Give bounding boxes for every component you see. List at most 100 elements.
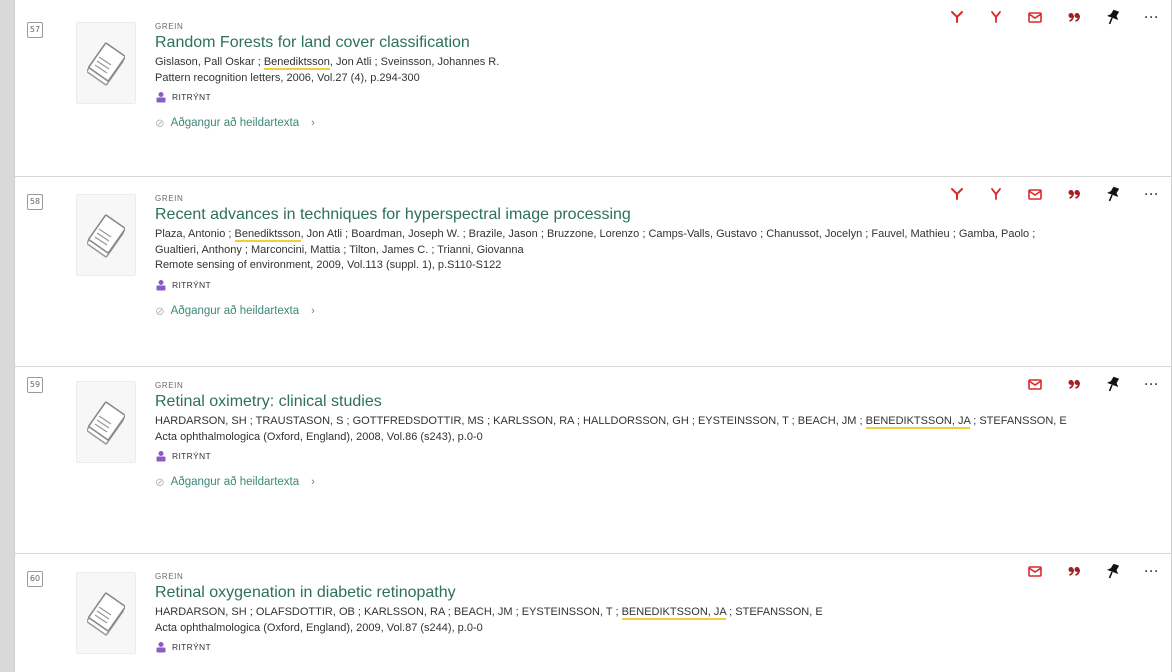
record-authors: HARDARSON, SH ; TRAUSTASON, S ; GOTTFRED… [155,414,1081,430]
author-text: , Jon Atli ; Sveinsson, Johannes R. [329,56,500,68]
access-label: Aðgangur að heildartexta [170,476,300,488]
record-content: GREIN Retinal oximetry: clinical studies… [155,381,1081,489]
quote-icon [1068,190,1080,199]
email-icon [1028,188,1042,200]
left-scroll-gutter [0,0,14,672]
chevron-right-icon: › [311,304,315,317]
record-number: 60 [27,571,43,587]
author-text: HARDARSON, SH ; TRAUSTASON, S ; GOTTFRED… [155,415,866,427]
record-title-link[interactable]: Retinal oxygenation in diabetic retinopa… [155,584,1081,602]
cite-button[interactable] [1061,376,1087,392]
record-number: 58 [27,194,43,210]
email-icon [1028,565,1042,577]
highlighted-author: Benediktsson [234,228,301,242]
email-icon [1028,11,1042,23]
document-thumbnail[interactable] [76,194,136,276]
citation-trail-button[interactable] [944,9,970,25]
record-source: Acta ophthalmologica (Oxford, England), … [155,621,483,634]
pin-button[interactable] [1100,376,1126,392]
peer-reviewed-badge: RITRÝNT [155,641,1081,653]
author-text: Gislason, Pall Oskar ; [155,56,264,68]
peer-reviewed-label: RITRÝNT [172,451,211,461]
author-text: ; STEFANSSON, E [726,606,823,618]
more-options-button[interactable]: ··· [1139,563,1165,579]
peer-reviewed-label: RITRÝNT [172,279,211,290]
link-icon: ⊘ [155,305,165,318]
pin-icon [1107,376,1120,392]
record-actions: ··· [931,9,1165,25]
full-text-access-link[interactable]: ⊘ Aðgangur að heildartexta › [155,304,1081,318]
record-source: Pattern recognition letters, 2006, Vol.2… [155,71,420,84]
peer-reviewed-label: RITRÝNT [172,92,211,102]
record-title-link[interactable]: Retinal oximetry: clinical studies [155,393,1081,411]
resource-type: GREIN [155,572,184,581]
pin-button[interactable] [1100,9,1126,25]
record-authors: Gislason, Pall Oskar ; Benediktsson, Jon… [155,55,1081,71]
link-icon: ⊘ [155,118,165,130]
cite-button[interactable] [1061,563,1087,579]
citing-button[interactable] [983,9,1009,25]
email-icon [1028,378,1042,390]
pin-icon [1107,186,1120,202]
citing-icon [991,11,1001,23]
more-options-button[interactable]: ··· [1139,9,1165,25]
peer-reviewed-icon [156,451,166,462]
record-actions: ··· [1009,563,1165,579]
record-source: Remote sensing of environment, 2009, Vol… [155,259,502,271]
more-options-button[interactable]: ··· [1139,186,1165,202]
pin-icon [1107,9,1120,25]
record-actions: ··· [931,186,1165,202]
more-options-button[interactable]: ··· [1139,376,1165,392]
record-content: GREIN Random Forests for land cover clas… [155,22,1081,130]
peer-reviewed-badge: RITRÝNT [155,279,1081,291]
peer-reviewed-badge: RITRÝNT [155,91,1081,103]
result-record: 57 GREIN Random Forests for land cover c… [15,0,1171,177]
access-label: Aðgangur að heildartexta [170,304,300,317]
email-button[interactable] [1022,186,1048,202]
citing-button[interactable] [983,186,1009,202]
cited-by-icon [951,188,963,200]
record-source: Acta ophthalmologica (Oxford, England), … [155,430,483,443]
highlighted-author: BENEDIKTSSON, JA [621,606,727,620]
highlighted-author: Benediktsson [263,56,330,70]
record-content: GREIN Recent advances in techniques for … [155,194,1081,318]
results-list: 57 GREIN Random Forests for land cover c… [14,0,1172,672]
record-authors: Plaza, Antonio ; Benediktsson, Jon Atli … [155,227,1081,258]
resource-type: GREIN [155,381,184,390]
document-thumbnail[interactable] [76,572,136,654]
cite-button[interactable] [1061,186,1087,202]
result-record: 59 GREIN Retinal oximetry: clinical stud… [15,367,1171,554]
cite-button[interactable] [1061,9,1087,25]
author-text: Plaza, Antonio ; [155,228,235,240]
peer-reviewed-icon [156,92,166,103]
email-button[interactable] [1022,9,1048,25]
result-record: 60 GREIN Retinal oxygenation in diabetic… [15,554,1171,672]
peer-reviewed-icon [156,279,166,290]
peer-reviewed-icon [156,642,166,653]
pin-button[interactable] [1100,563,1126,579]
pin-button[interactable] [1100,186,1126,202]
document-thumbnail[interactable] [76,22,136,104]
cited-by-icon [951,11,963,23]
chevron-right-icon: › [311,476,315,488]
link-icon: ⊘ [155,477,165,489]
author-text: ; STEFANSSON, E [970,415,1067,427]
quote-icon [1068,13,1080,22]
peer-reviewed-label: RITRÝNT [172,642,211,652]
full-text-access-link[interactable]: ⊘ Aðgangur að heildartexta › [155,475,1081,489]
highlighted-author: BENEDIKTSSON, JA [865,415,971,429]
email-button[interactable] [1022,563,1048,579]
document-icon [87,42,125,86]
record-actions: ··· [1009,376,1165,392]
quote-icon [1068,567,1080,576]
document-icon [87,401,125,445]
citation-trail-button[interactable] [944,186,970,202]
result-record: 58 GREIN Recent advances in techniques f… [15,177,1171,367]
record-title-link[interactable]: Random Forests for land cover classifica… [155,34,1081,52]
record-title-link[interactable]: Recent advances in techniques for hypers… [155,206,1081,224]
record-authors: HARDARSON, SH ; OLAFSDOTTIR, OB ; KARLSS… [155,605,1081,621]
access-label: Aðgangur að heildartexta [170,117,300,129]
document-thumbnail[interactable] [76,381,136,463]
full-text-access-link[interactable]: ⊘ Aðgangur að heildartexta › [155,116,1081,130]
email-button[interactable] [1022,376,1048,392]
